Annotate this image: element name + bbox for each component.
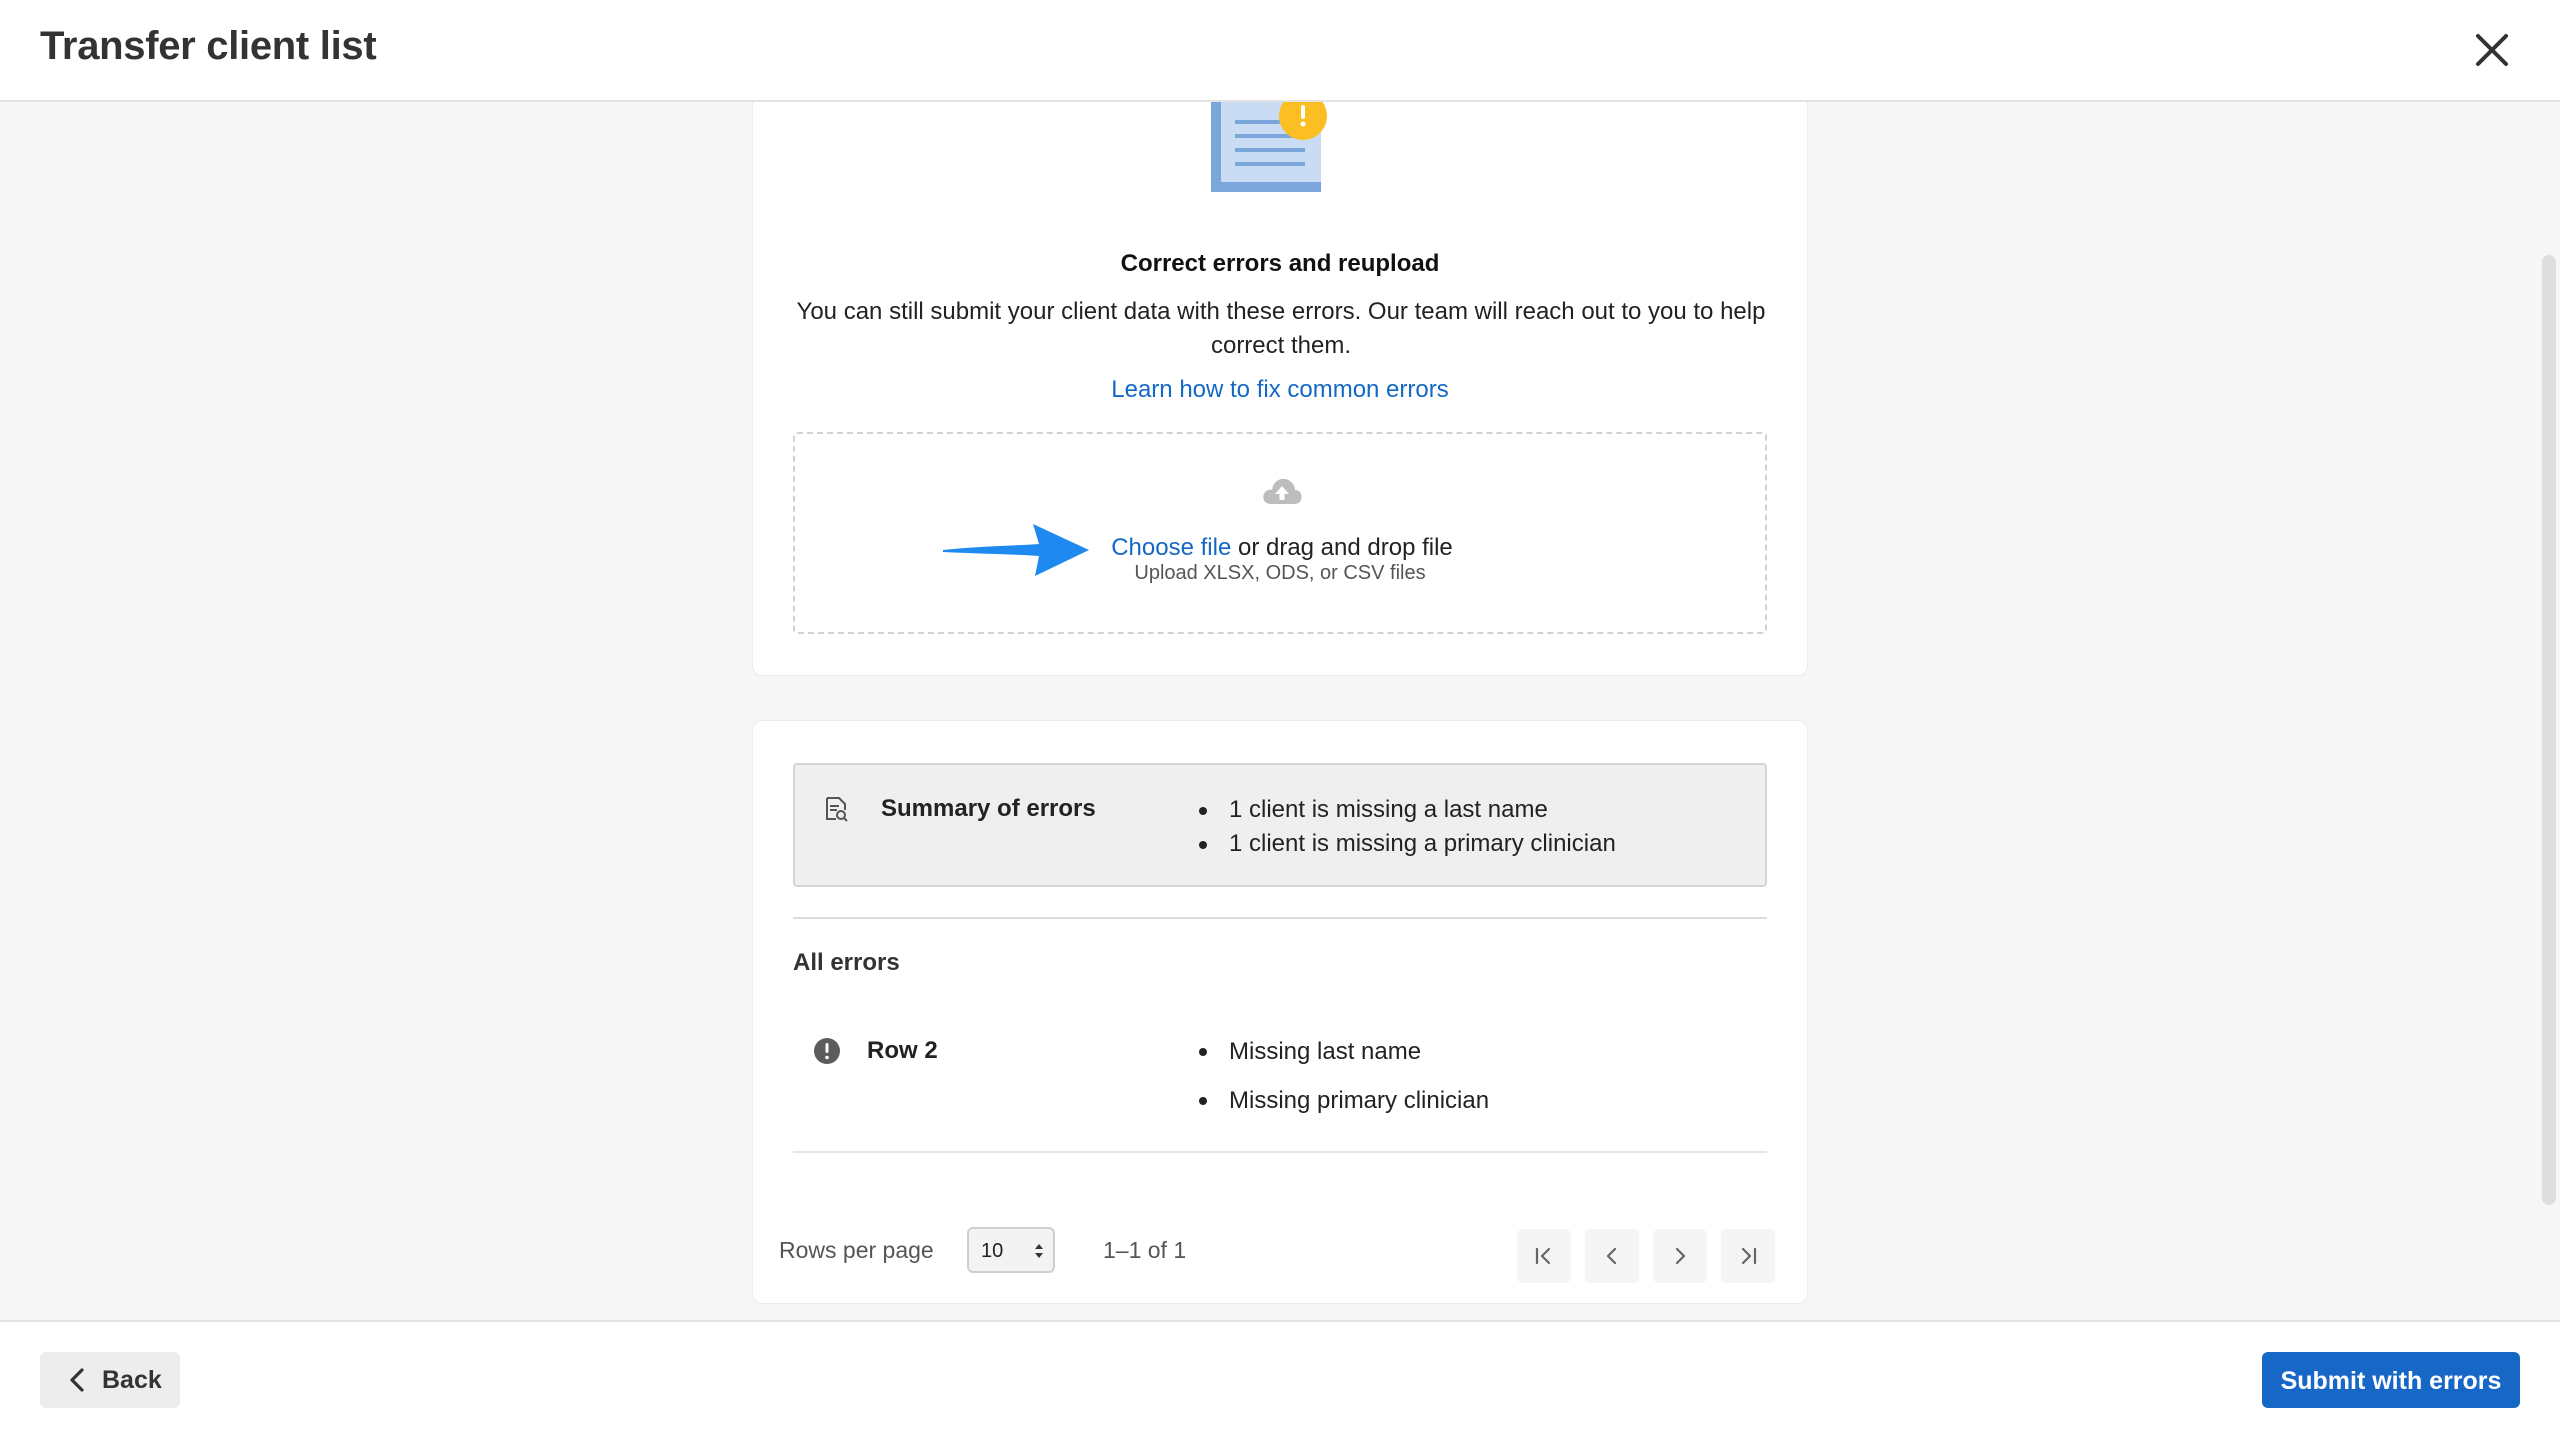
upload-card: Correct errors and reupload You can stil… [752,92,1808,676]
summary-item: 1 client is missing a primary clinician [1195,827,1616,861]
modal-footer: Back Submit with errors [0,1320,2560,1432]
error-item: Missing primary clinician [1193,1076,1489,1125]
back-button-label: Back [102,1366,162,1394]
chevron-right-icon [1675,1247,1686,1265]
rows-per-page-select[interactable]: 10 [967,1227,1055,1273]
submit-with-errors-button[interactable]: Submit with errors [2262,1352,2520,1408]
reupload-description: You can still submit your client data wi… [796,298,1766,359]
last-page-icon [1741,1247,1757,1265]
summary-box: Summary of errors 1 client is missing a … [793,763,1767,887]
drag-drop-text: or drag and drop file [1231,534,1453,561]
summary-title: Summary of errors [881,795,1096,822]
dropzone-prompt: Choose file or drag and drop file [795,534,1767,562]
error-row-list: Missing last name Missing primary clinic… [1193,1027,1489,1125]
rows-per-page-label: Rows per page [779,1237,934,1263]
divider [793,1151,1767,1153]
learn-errors-link[interactable]: Learn how to fix common errors [753,376,1807,404]
error-row-label: Row 2 [867,1037,938,1064]
error-icon [813,1037,841,1065]
all-errors-heading: All errors [793,949,900,976]
modal-title: Transfer client list [40,24,377,68]
close-icon[interactable] [2468,26,2516,74]
summary-list: 1 client is missing a last name 1 client… [1195,793,1616,861]
error-item: Missing last name [1193,1027,1489,1076]
first-page-button[interactable] [1517,1229,1571,1283]
chevron-left-icon [1606,1247,1617,1265]
submit-button-label: Submit with errors [2280,1367,2502,1395]
select-updown-icon [1035,1244,1043,1258]
rows-per-page-value: 10 [981,1240,1004,1262]
chevron-left-icon [70,1368,84,1392]
previous-page-button[interactable] [1585,1229,1639,1283]
divider [793,917,1767,919]
file-dropzone[interactable]: Choose file or drag and drop file Upload… [793,432,1767,634]
page-range: 1–1 of 1 [1103,1237,1187,1263]
file-types-hint: Upload XLSX, ODS, or CSV files [1134,562,1426,584]
next-page-button[interactable] [1653,1229,1707,1283]
modal-header: Transfer client list [0,0,2560,102]
document-search-icon [825,797,849,823]
first-page-icon [1535,1247,1551,1265]
last-page-button[interactable] [1721,1229,1775,1283]
cloud-upload-icon [1261,476,1303,506]
reupload-heading: Correct errors and reupload [1120,250,1440,277]
errors-card: Summary of errors 1 client is missing a … [752,720,1808,1304]
back-button[interactable]: Back [40,1352,180,1408]
summary-item: 1 client is missing a last name [1195,793,1616,827]
document-warning-illustration [1209,92,1329,194]
scrollbar-thumb[interactable] [2542,255,2556,1205]
choose-file-link[interactable]: Choose file [1111,534,1231,561]
